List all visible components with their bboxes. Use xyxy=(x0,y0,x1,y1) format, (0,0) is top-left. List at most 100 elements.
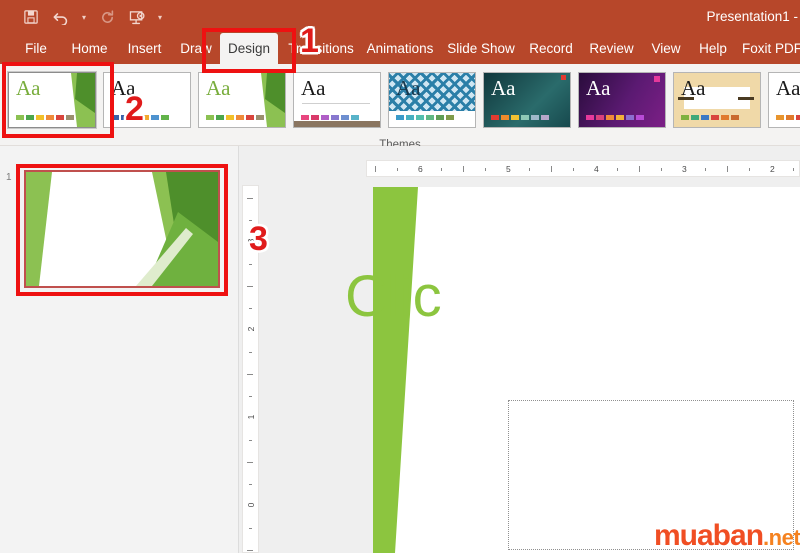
theme-swatch xyxy=(636,115,644,120)
slide-editing-area[interactable] xyxy=(373,187,800,553)
theme-swatch xyxy=(256,115,264,120)
ruler-tick xyxy=(793,168,794,171)
theme-underline-decor xyxy=(302,103,370,104)
theme-swatch xyxy=(161,115,169,120)
ruler-number: 5 xyxy=(504,164,513,174)
theme-quotable-purple[interactable]: Aa xyxy=(574,69,670,131)
theme-ion-dark-thumbnail[interactable]: Aa xyxy=(483,72,571,128)
theme-color-swatches xyxy=(396,115,454,120)
title-placeholder-text[interactable]: Clic xyxy=(345,268,442,326)
ribbon-tab-file[interactable]: File xyxy=(14,33,58,64)
ruler-tick xyxy=(397,168,398,171)
ruler-number: 2 xyxy=(246,323,256,335)
theme-swatch xyxy=(596,115,604,120)
quick-access-toolbar[interactable]: ▾ ▾ xyxy=(16,4,168,30)
theme-partial-right-thumbnail[interactable]: Aa xyxy=(768,72,800,128)
theme-swatch xyxy=(396,115,404,120)
ruler-tick xyxy=(247,550,253,551)
theme-swatch xyxy=(511,115,519,120)
ribbon-tab-animations[interactable]: Animations xyxy=(360,33,440,64)
theme-swatch xyxy=(426,115,434,120)
theme-office-thumbnail[interactable]: Aa xyxy=(103,72,191,128)
theme-partial-right[interactable]: Aa xyxy=(764,69,800,131)
ruler-tick xyxy=(247,198,253,199)
ribbon-tab-slide-show[interactable]: Slide Show xyxy=(440,33,522,64)
theme-color-swatches xyxy=(301,115,359,120)
theme-ion-dark[interactable]: Aa xyxy=(479,69,575,131)
start-presentation-icon[interactable] xyxy=(122,4,152,30)
theme-swatch xyxy=(701,115,709,120)
theme-dot-decor xyxy=(654,76,660,82)
annotation-box-first-theme xyxy=(2,62,114,138)
customize-quick-access-icon[interactable]: ▾ xyxy=(152,4,168,30)
theme-wisp-pattern[interactable]: Aa xyxy=(384,69,480,131)
ruler-tick xyxy=(249,396,252,397)
ruler-number: 0 xyxy=(246,499,256,511)
theme-wood-type-thumbnail[interactable]: Aa xyxy=(673,72,761,128)
theme-swatch xyxy=(711,115,719,120)
watermark-tld: .net xyxy=(763,525,800,550)
theme-swatch xyxy=(521,115,529,120)
theme-badge-thumbnail[interactable]: Aa xyxy=(293,72,381,128)
theme-badge[interactable]: Aa xyxy=(289,69,385,131)
ribbon-tab-review[interactable]: Review xyxy=(583,33,640,64)
undo-icon[interactable] xyxy=(46,4,76,30)
theme-swatch xyxy=(501,115,509,120)
theme-swatch xyxy=(796,115,800,120)
ruler-tick xyxy=(705,168,706,171)
watermark: muaban.net xyxy=(654,519,800,553)
ruler-tick xyxy=(749,168,750,171)
ruler-tick xyxy=(639,166,640,172)
theme-facet-green-2-thumbnail[interactable]: Aa xyxy=(198,72,286,128)
theme-swatch xyxy=(531,115,539,120)
theme-swatch xyxy=(151,115,159,120)
theme-color-swatches xyxy=(586,115,644,120)
title-bar: ▾ ▾ Presentation1 - xyxy=(0,0,800,33)
theme-ground-decor xyxy=(294,121,380,127)
theme-aa-sample: Aa xyxy=(681,76,706,100)
theme-swatch xyxy=(731,115,739,120)
ribbon-tab-view[interactable]: View xyxy=(644,33,688,64)
ruler-tick xyxy=(249,440,252,441)
ribbon-tab-foxit-pdf[interactable]: Foxit PDF xyxy=(737,33,800,64)
theme-swatch xyxy=(226,115,234,120)
theme-facet-green-2[interactable]: Aa xyxy=(194,69,290,131)
theme-swatch xyxy=(301,115,309,120)
ruler-tick xyxy=(375,166,376,172)
theme-swatch xyxy=(776,115,784,120)
ribbon-tab-insert[interactable]: Insert xyxy=(119,33,170,64)
theme-swatch xyxy=(331,115,339,120)
theme-swatch xyxy=(626,115,634,120)
theme-color-swatches xyxy=(776,115,800,120)
redo-icon[interactable] xyxy=(92,4,122,30)
theme-swatch xyxy=(321,115,329,120)
annotation-marker-3: 3 xyxy=(249,220,268,258)
theme-swatch xyxy=(236,115,244,120)
theme-color-swatches xyxy=(206,115,264,120)
ruler-tick xyxy=(463,166,464,172)
annotation-box-slide-thumbnail xyxy=(16,164,228,296)
ribbon-tab-record[interactable]: Record xyxy=(523,33,579,64)
ruler-number: 6 xyxy=(416,164,425,174)
theme-swatch xyxy=(246,115,254,120)
theme-aa-sample: Aa xyxy=(776,76,800,100)
save-icon[interactable] xyxy=(16,4,46,30)
theme-quotable-purple-thumbnail[interactable]: Aa xyxy=(578,72,666,128)
horizontal-ruler[interactable]: 6 5 4 3 2 xyxy=(366,160,800,177)
ruler-tick xyxy=(529,168,530,171)
ruler-tick xyxy=(551,166,552,172)
ribbon-tab-help[interactable]: Help xyxy=(691,33,735,64)
ribbon-tab-home[interactable]: Home xyxy=(62,33,117,64)
theme-swatch xyxy=(586,115,594,120)
theme-wood-type[interactable]: Aa xyxy=(669,69,765,131)
theme-swatch xyxy=(416,115,424,120)
theme-aa-sample: Aa xyxy=(396,76,421,100)
themes-gallery[interactable]: Aa Aa Aa Aa Aa Aa Aa Aa Aa xyxy=(4,69,800,137)
undo-dropdown-icon[interactable]: ▾ xyxy=(76,4,92,30)
annotation-box-design-tab xyxy=(202,28,296,73)
ruler-number: 4 xyxy=(592,164,601,174)
theme-swatch xyxy=(436,115,444,120)
theme-wisp-pattern-thumbnail[interactable]: Aa xyxy=(388,72,476,128)
annotation-marker-1: 1 xyxy=(300,22,319,60)
ruler-number: 1 xyxy=(246,411,256,423)
